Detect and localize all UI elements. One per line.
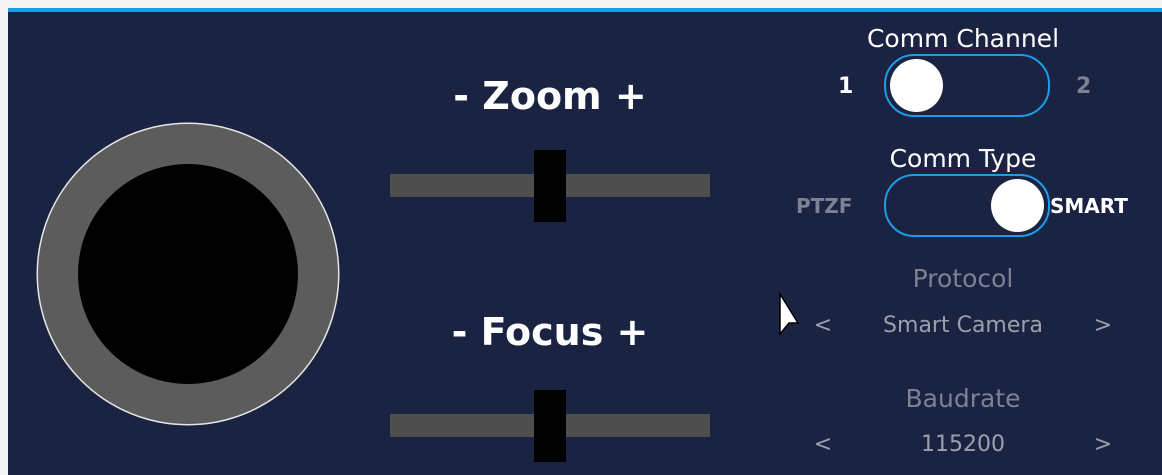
comm-channel-title: Comm Channel: [866, 24, 1060, 53]
zoom-slider-track[interactable]: [390, 150, 710, 222]
baudrate-selector: < 115200 >: [808, 432, 1118, 462]
baudrate-next-button[interactable]: >: [1088, 432, 1118, 457]
comm-type-toggle-knob: [991, 179, 1044, 232]
protocol-title: Protocol: [912, 264, 1014, 293]
camera-control-panel: - Zoom + - Focus + Comm Channel 1 2 Comm…: [8, 8, 1162, 475]
protocol-selector: < Smart Camera >: [808, 313, 1118, 343]
focus-slider-track[interactable]: [390, 390, 710, 462]
comm-channel-option-1[interactable]: 1: [838, 74, 853, 99]
mouse-pointer-icon: [779, 291, 800, 337]
joystick-ring: [38, 124, 338, 424]
comm-channel-option-2[interactable]: 2: [1076, 74, 1091, 99]
baudrate-title: Baudrate: [905, 384, 1021, 413]
comm-type-toggle[interactable]: [884, 174, 1050, 237]
joystick-pad[interactable]: [78, 164, 298, 384]
zoom-label: - Zoom +: [453, 74, 647, 118]
focus-slider-thumb[interactable]: [534, 390, 566, 462]
protocol-value: Smart Camera: [883, 313, 1043, 338]
comm-channel-toggle-knob: [890, 59, 943, 112]
comm-type-option-smart[interactable]: SMART: [1050, 194, 1128, 218]
comm-type-title: Comm Type: [889, 144, 1037, 173]
comm-channel-toggle[interactable]: [884, 54, 1050, 117]
comm-type-option-ptzf[interactable]: PTZF: [796, 194, 852, 218]
baudrate-prev-button[interactable]: <: [808, 432, 838, 457]
zoom-slider-thumb[interactable]: [534, 150, 566, 222]
focus-label: - Focus +: [451, 310, 649, 354]
protocol-next-button[interactable]: >: [1088, 313, 1118, 338]
protocol-prev-button[interactable]: <: [808, 313, 838, 338]
baudrate-value: 115200: [921, 432, 1005, 457]
